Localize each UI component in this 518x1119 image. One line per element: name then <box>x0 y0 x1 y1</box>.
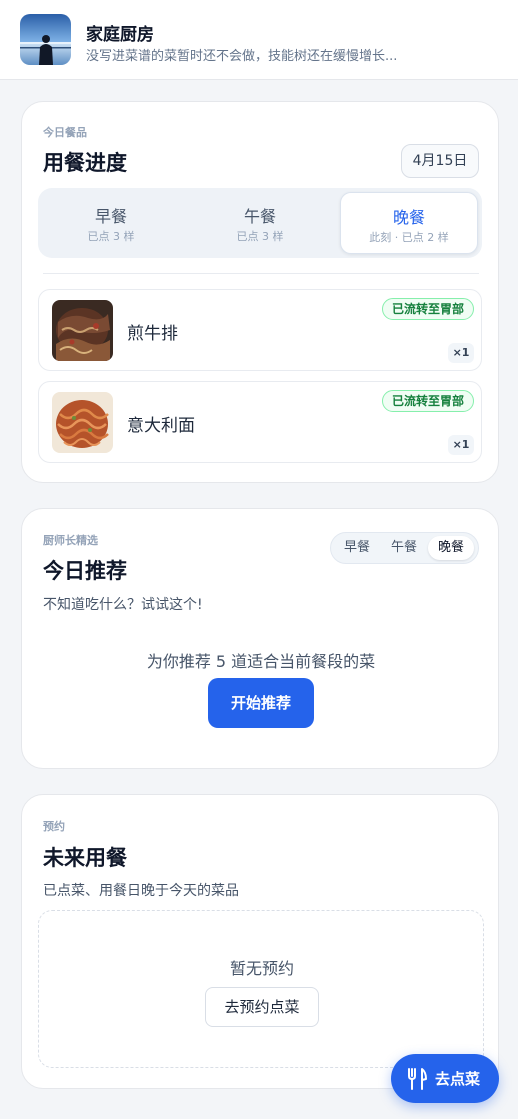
tab-dinner-label: 晚餐 <box>392 208 425 227</box>
tab-dinner[interactable]: 晚餐 此刻 · 已点 2 样 <box>340 192 478 254</box>
segment-lunch[interactable]: 午餐 <box>381 536 427 560</box>
reservation-card: 预约 未来用餐 已点菜、用餐日晚于今天的菜品 暂无预约 去预约点菜 <box>21 794 499 1089</box>
dish-name: 煎牛排 <box>127 324 178 344</box>
tab-lunch-count: 已点 3 样 <box>236 230 284 243</box>
tab-lunch-label: 午餐 <box>243 207 276 226</box>
quantity-badge: ×1 <box>448 343 474 363</box>
status-badge: 已流转至胃部 <box>381 298 474 320</box>
today-title: 用餐进度 <box>43 151 127 175</box>
fork-knife-icon <box>407 1068 427 1090</box>
recommend-desc: 不知道吃什么？试试这个! <box>43 597 203 613</box>
recommend-title: 今日推荐 <box>43 559 127 583</box>
today-meals-card: 今日餐品 用餐进度 4月15日 早餐 已点 3 样 午餐 已点 3 样 晚餐 此… <box>21 101 499 483</box>
tab-dinner-count: 此刻 · 已点 2 样 <box>369 231 449 244</box>
today-eyebrow: 今日餐品 <box>43 126 87 139</box>
start-recommend-button[interactable]: 开始推荐 <box>208 678 314 728</box>
segment-dinner[interactable]: 晚餐 <box>428 536 474 560</box>
tab-breakfast-label: 早餐 <box>94 207 127 226</box>
reservation-eyebrow: 预约 <box>43 820 65 833</box>
avatar[interactable] <box>20 14 71 65</box>
dish-item[interactable]: 煎牛排 已流转至胃部 ×1 <box>38 289 482 371</box>
app-title: 家庭厨房 <box>86 25 154 45</box>
meal-segment: 早餐 午餐 晚餐 <box>330 532 479 564</box>
date-badge[interactable]: 4月15日 <box>401 144 479 178</box>
tab-lunch[interactable]: 午餐 已点 3 样 <box>191 192 329 254</box>
segment-breakfast[interactable]: 早餐 <box>334 536 380 560</box>
go-reserve-button[interactable]: 去预约点菜 <box>205 987 319 1027</box>
divider <box>43 273 479 274</box>
empty-state: 暂无预约 去预约点菜 <box>38 910 484 1068</box>
status-badge: 已流转至胃部 <box>381 390 474 412</box>
recommend-card: 厨师长精选 今日推荐 不知道吃什么？试试这个! 早餐 午餐 晚餐 为你推荐 5 … <box>21 508 499 769</box>
app-subtitle: 没写进菜谱的菜暂时还不会做，技能树还在缓慢增长... <box>86 49 398 64</box>
quantity-badge: ×1 <box>448 435 474 455</box>
steak-image <box>52 300 113 361</box>
fab-label: 去点菜 <box>435 1070 481 1088</box>
dish-name: 意大利面 <box>127 416 195 436</box>
app-header: 家庭厨房 没写进菜谱的菜暂时还不会做，技能树还在缓慢增长... <box>0 0 518 80</box>
reservation-desc: 已点菜、用餐日晚于今天的菜品 <box>43 883 239 899</box>
pasta-image <box>52 392 113 453</box>
empty-text: 暂无预约 <box>229 959 294 978</box>
tab-breakfast[interactable]: 早餐 已点 3 样 <box>42 192 180 254</box>
recommend-text: 为你推荐 5 道适合当前餐段的菜 <box>146 652 376 671</box>
order-fab-button[interactable]: 去点菜 <box>391 1054 499 1103</box>
recommend-eyebrow: 厨师长精选 <box>43 534 98 547</box>
meal-tabs: 早餐 已点 3 样 午餐 已点 3 样 晚餐 此刻 · 已点 2 样 <box>38 188 482 258</box>
dish-item[interactable]: 意大利面 已流转至胃部 ×1 <box>38 381 482 463</box>
tab-breakfast-count: 已点 3 样 <box>87 230 135 243</box>
reservation-title: 未来用餐 <box>43 846 127 870</box>
